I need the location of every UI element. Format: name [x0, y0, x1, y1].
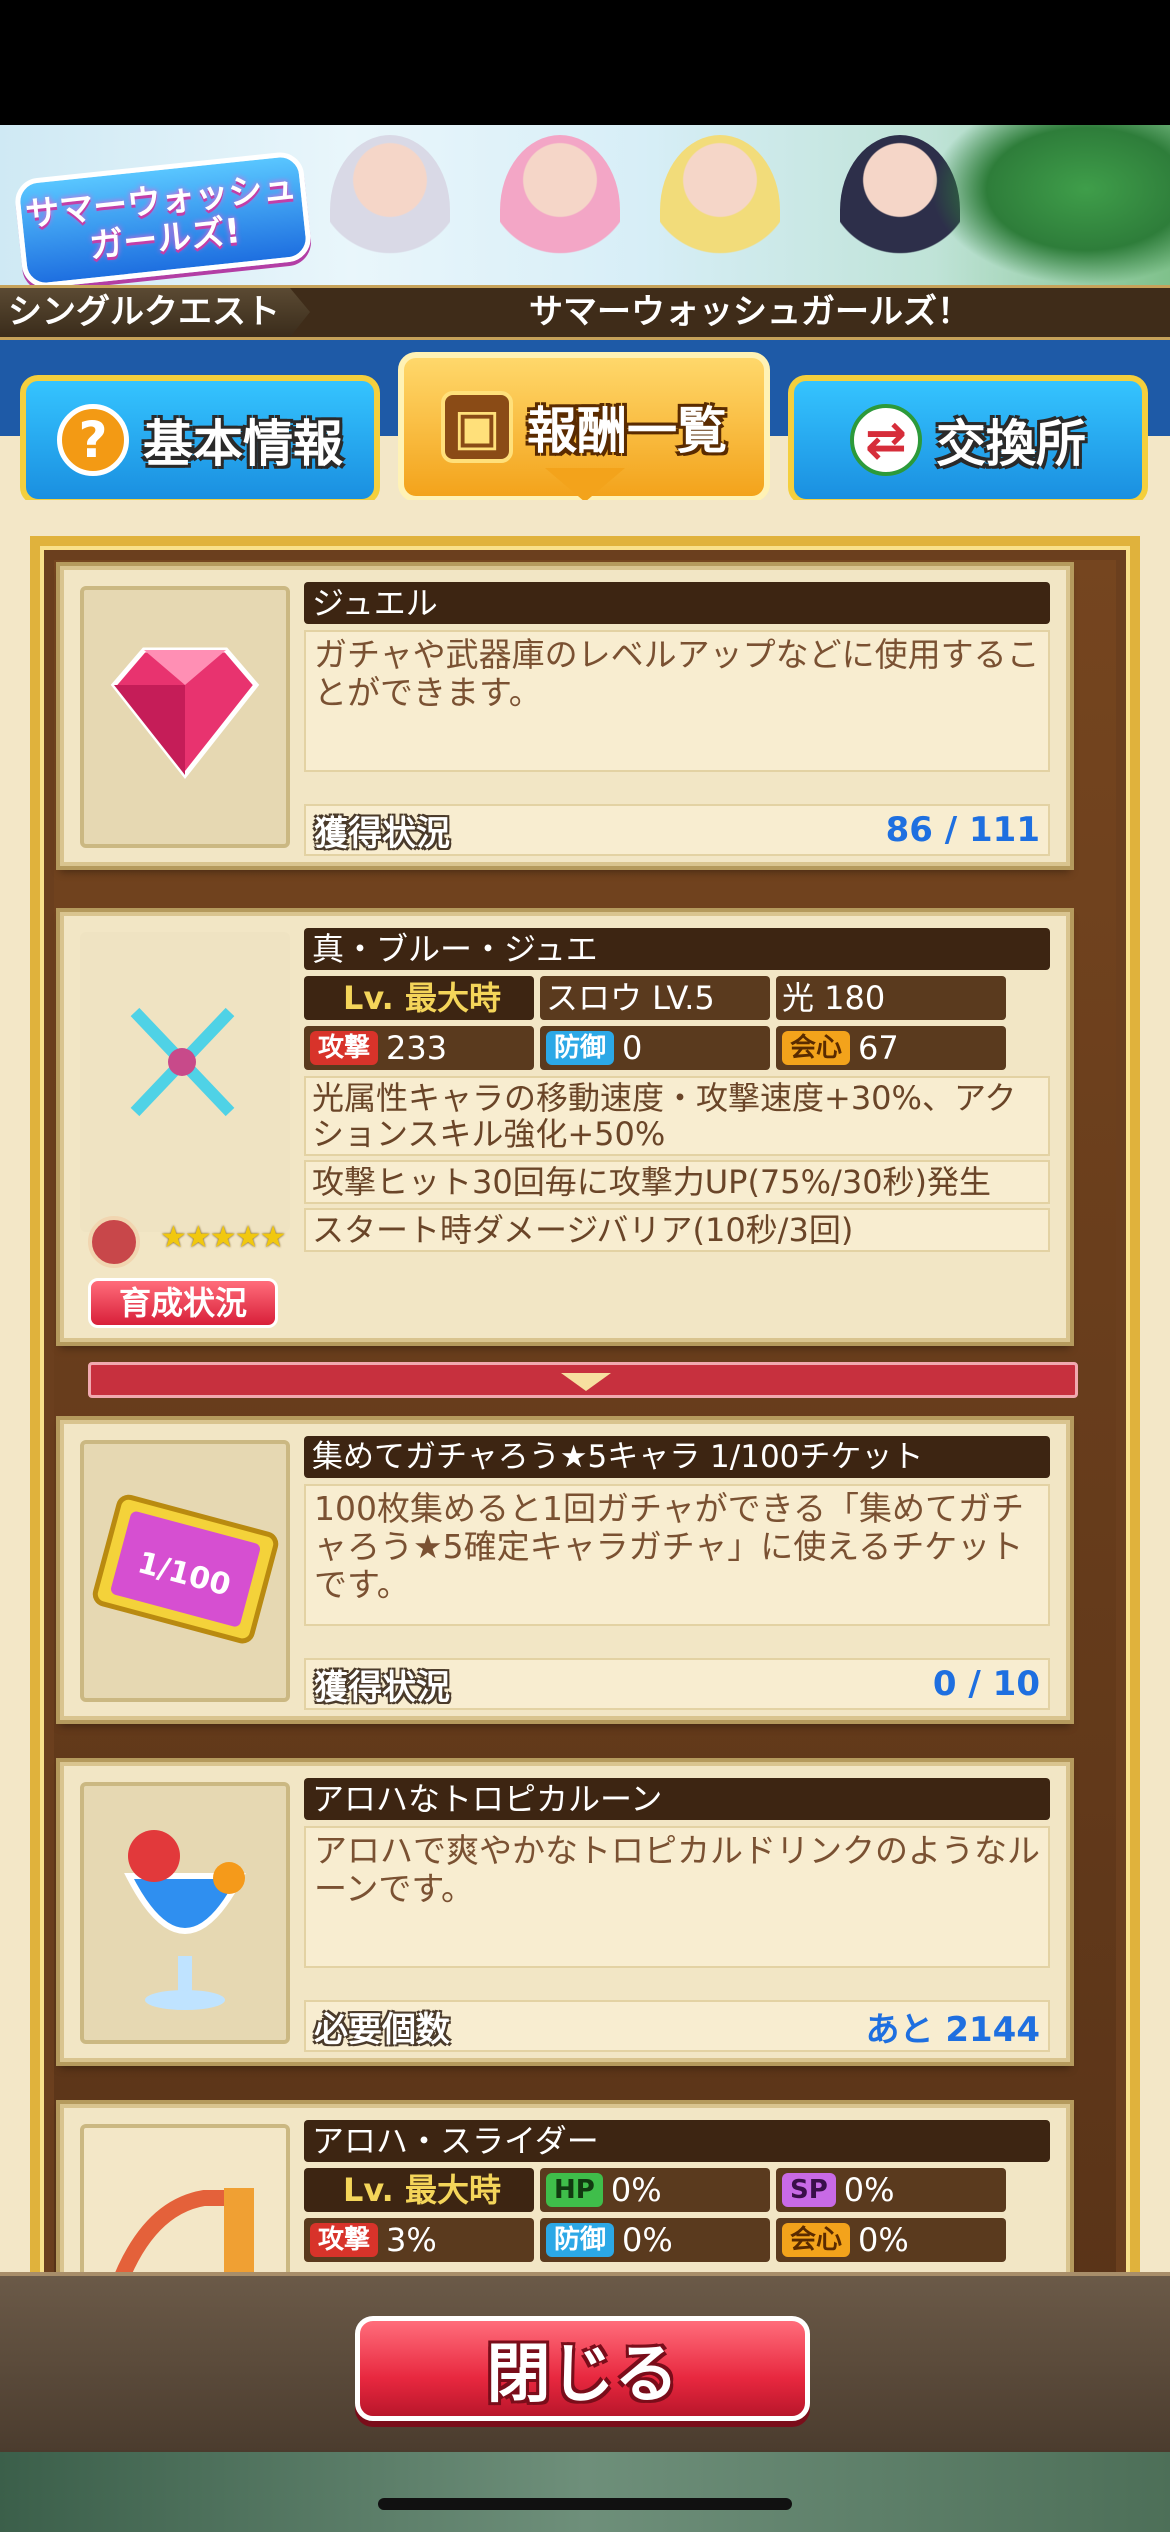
exchange-icon: ⇄ — [850, 404, 922, 476]
item-name: アロハ・スライダー — [304, 2120, 1050, 2162]
home-indicator[interactable] — [378, 2498, 792, 2510]
item-info: 集めてガチャろう★5キャラ 1/100チケット 100枚集めると1回ガチャができ… — [304, 1436, 1050, 1626]
acquisition-status: 獲得状況 86 / 111 — [304, 804, 1050, 856]
gem-icon — [110, 647, 260, 780]
reward-card-weapon: ★★★★★ 育成状況 真・ブルー・ジュエ Lv. 最大時 スロウ LV.5 光 … — [60, 912, 1070, 1342]
tab-basic-info[interactable]: ? 基本情報 — [20, 375, 380, 505]
speed-stat: スロウ LV.5 — [540, 976, 770, 1020]
item-description: ガチャや武器庫のレベルアップなどに使用することができます。 — [304, 630, 1050, 772]
item-name: 集めてガチャろう★5キャラ 1/100チケット — [304, 1436, 1050, 1478]
defense-stat: 防御 0% — [540, 2218, 770, 2262]
item-description: 100枚集めると1回ガチャができる「集めてガチャろう★5確定キャラガチャ」に使え… — [304, 1484, 1050, 1626]
question-icon: ? — [57, 404, 129, 476]
item-thumbnail: 1/100 — [80, 1440, 290, 1702]
event-banner: サマーウォッシュガールズ! — [0, 125, 1170, 285]
item-name: 真・ブルー・ジュエ — [304, 928, 1050, 970]
acquisition-count: 0 / 10 — [932, 1664, 1040, 1704]
weapon-skill: スタート時ダメージバリア(10秒/3回) — [304, 1208, 1050, 1252]
background-scene — [0, 2452, 1170, 2532]
weapon-type-icon — [88, 1216, 140, 1268]
tab-bar: ? 基本情報 ▣ 報酬一覧 ⇄ 交換所 — [0, 340, 1170, 505]
defense-stat: 防御 0 — [540, 1026, 770, 1070]
sp-stat: SP 0% — [776, 2168, 1006, 2212]
element-stat: 光 180 — [776, 976, 1006, 1020]
bottom-bar: 閉じる — [0, 2272, 1170, 2452]
quest-title: サマーウォッシュガールズ！ — [529, 292, 971, 332]
quest-type-tag: シングルクエスト — [0, 288, 310, 337]
item-thumbnail — [80, 932, 290, 1232]
rune-stats: Lv. 最大時 HP 0% SP 0% 攻撃 3% 防御 0% 会心 0% — [304, 2168, 1050, 2262]
rarity-stars: ★★★★★ — [160, 1220, 286, 1255]
remaining-count: あと 2144 — [865, 2009, 1040, 2050]
banner-character — [330, 135, 450, 285]
attack-stat: 攻撃 3% — [304, 2218, 534, 2262]
reward-card-ticket: 1/100 集めてガチャろう★5キャラ 1/100チケット 100枚集めると1回… — [60, 1420, 1070, 1720]
weapon-skill: 攻撃ヒット30回毎に攻撃力UP(75%/30秒)発生 — [304, 1160, 1050, 1204]
critical-stat: 会心 0% — [776, 2218, 1006, 2262]
close-button[interactable]: 閉じる — [355, 2316, 810, 2421]
tab-exchange[interactable]: ⇄ 交換所 — [788, 375, 1148, 505]
item-thumbnail — [80, 1782, 290, 2044]
banner-character — [500, 135, 620, 285]
reward-list-area[interactable]: ジュエル ガチャや武器庫のレベルアップなどに使用することができます。 獲得状況 … — [0, 500, 1170, 2404]
item-description: アロハで爽やかなトロピカルドリンクのようなルーンです。 — [304, 1826, 1050, 1968]
palm-decoration — [930, 125, 1170, 285]
tropical-drink-icon — [124, 1830, 246, 2010]
reward-card-jewel: ジュエル ガチャや武器庫のレベルアップなどに使用することができます。 獲得状況 … — [60, 566, 1070, 866]
weapon-skill: 光属性キャラの移動速度・攻撃速度+30%、アクションスキル強化+50% — [304, 1076, 1050, 1156]
acquisition-status: 獲得状況 0 / 10 — [304, 1658, 1050, 1710]
acquisition-count: 86 / 111 — [885, 810, 1040, 850]
item-info: ジュエル ガチャや武器庫のレベルアップなどに使用することができます。 — [304, 582, 1050, 772]
crossed-guns-icon — [130, 1007, 235, 1117]
expand-details-button[interactable] — [88, 1362, 1078, 1398]
weapon-stats: Lv. 最大時 スロウ LV.5 光 180 攻撃 233 防御 0 会心 67 — [304, 976, 1050, 1070]
item-info: 真・ブルー・ジュエ Lv. 最大時 スロウ LV.5 光 180 攻撃 233 防… — [304, 928, 1050, 1252]
reward-card-rune: アロハなトロピカルーン アロハで爽やかなトロピカルドリンクのようなルーンです。 … — [60, 1762, 1070, 2062]
chevron-down-icon — [561, 1373, 611, 1391]
attack-stat: 攻撃 233 — [304, 1026, 534, 1070]
status-bar — [0, 0, 1170, 125]
quest-title-bar: シングルクエスト サマーウォッシュガールズ！ — [0, 285, 1170, 340]
item-thumbnail — [80, 586, 290, 848]
level-label: Lv. 最大時 — [304, 976, 534, 1020]
item-name: アロハなトロピカルーン — [304, 1778, 1050, 1820]
critical-stat: 会心 67 — [776, 1026, 1006, 1070]
item-info: アロハなトロピカルーン アロハで爽やかなトロピカルドリンクのようなルーンです。 — [304, 1778, 1050, 1968]
item-info: アロハ・スライダー Lv. 最大時 HP 0% SP 0% 攻撃 3% 防御 0% 会心… — [304, 2120, 1050, 2262]
event-logo: サマーウォッシュガールズ! — [13, 150, 313, 285]
required-count-status: 必要個数 あと 2144 — [304, 2000, 1050, 2052]
level-label: Lv. 最大時 — [304, 2168, 534, 2212]
training-status-button[interactable]: 育成状況 — [88, 1278, 278, 1328]
treasure-chest-icon: ▣ — [441, 391, 513, 463]
item-name: ジュエル — [304, 582, 1050, 624]
banner-character — [660, 135, 780, 285]
ticket-icon: 1/100 — [92, 1494, 279, 1644]
hp-stat: HP 0% — [540, 2168, 770, 2212]
